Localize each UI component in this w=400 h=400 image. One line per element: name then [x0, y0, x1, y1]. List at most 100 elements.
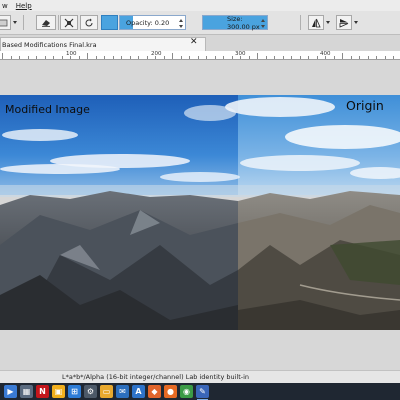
brush-preset-button[interactable]	[0, 15, 11, 30]
toolbar-separator	[23, 15, 24, 30]
mirror-vertical-icon	[339, 18, 349, 28]
ruler-tick	[342, 53, 343, 59]
document-tab[interactable]: Based Modifications Final.kra	[0, 37, 206, 51]
brush-preset-dropdown-icon[interactable]	[12, 18, 18, 27]
ruler-tick	[257, 53, 258, 59]
size-value: 300.00 px	[227, 22, 260, 31]
windows-taskbar: ▶ ▦ N ▣ ⊞ ⚙ ▭ ✉ A ◆ ● ◉ ✎	[0, 383, 400, 400]
ruler-tick	[61, 56, 63, 59]
size-label: Size:	[227, 14, 243, 23]
ruler-tick	[87, 53, 88, 59]
toolbar-separator	[58, 15, 59, 30]
brave-icon[interactable]: ◆	[148, 385, 161, 398]
ruler-tick	[104, 56, 105, 59]
reload-icon	[85, 18, 93, 26]
mirror-horizontal-button[interactable]	[308, 15, 324, 30]
document-tab-strip: Based Modifications Final.kra ✕	[0, 35, 400, 51]
mirror-vertical-button[interactable]	[336, 15, 352, 30]
opacity-spin-arrows-icon[interactable]	[178, 16, 184, 31]
tool-options-bar: Opacity: 0.20 Size: 300.00 px	[0, 11, 400, 35]
menu-item-help[interactable]: Help	[16, 2, 32, 10]
ruler-tick	[231, 56, 233, 59]
ruler-label: 200	[151, 51, 162, 57]
ruler-tick	[359, 56, 360, 59]
brush-preset-icon	[0, 19, 7, 26]
alpha-checker-icon	[64, 18, 74, 27]
ruler-label: 100	[66, 51, 77, 57]
ruler-tick	[206, 56, 207, 59]
ruler-tick	[70, 56, 71, 59]
canvas-image[interactable]: Modified Image Origin	[0, 95, 400, 330]
explorer-icon[interactable]: ▭	[100, 385, 113, 398]
toolbar-separator	[300, 15, 301, 30]
ruler-tick	[163, 56, 165, 59]
ruler-tick	[248, 56, 250, 59]
opacity-value: 0.20	[154, 18, 170, 27]
ruler-tick	[10, 56, 12, 59]
opacity-slider[interactable]: Opacity: 0.20	[119, 15, 186, 30]
ruler-tick	[240, 56, 241, 59]
ruler-tick	[384, 56, 386, 59]
ruler-tick	[36, 56, 37, 59]
menu-item-window[interactable]: w	[2, 2, 8, 10]
ruler-tick	[299, 56, 301, 59]
blending-mode-button[interactable]	[101, 15, 118, 30]
horizontal-ruler[interactable]: 100 200 300 400	[0, 51, 400, 60]
blending-mode-swatch	[104, 18, 115, 27]
ruler-tick	[325, 56, 326, 59]
store-icon[interactable]: ▣	[52, 385, 65, 398]
reload-preset-button[interactable]	[80, 15, 98, 30]
affinity-icon[interactable]: A	[132, 385, 145, 398]
ruler-tick	[291, 56, 292, 59]
ruler-tick	[274, 56, 275, 59]
original-image-label: Origin	[346, 98, 384, 113]
krita-icon[interactable]: ✎	[196, 385, 209, 400]
ruler-tick	[112, 56, 114, 59]
mail-icon[interactable]: ✉	[116, 385, 129, 398]
ruler-tick	[308, 56, 309, 59]
ruler-tick	[282, 56, 284, 59]
settings-icon[interactable]: ⚙	[84, 385, 97, 398]
ruler-tick	[367, 56, 369, 59]
netflix-icon[interactable]: N	[36, 385, 49, 398]
ruler-tick	[189, 56, 190, 59]
ruler-tick	[197, 56, 199, 59]
media-player-icon[interactable]: ▶	[4, 385, 17, 398]
ruler-tick	[129, 56, 131, 59]
ruler-tick	[27, 56, 29, 59]
apps-icon[interactable]: ▦	[20, 385, 33, 398]
ruler-tick	[393, 56, 394, 59]
size-slider[interactable]: Size: 300.00 px	[202, 14, 268, 31]
size-spin-arrows-icon[interactable]	[260, 16, 266, 31]
windows-store-icon[interactable]: ⊞	[68, 385, 81, 398]
ruler-tick	[265, 56, 267, 59]
color-space-status[interactable]: L*a*b*/Alpha (16-bit integer/channel) La…	[62, 373, 249, 381]
ruler-tick	[44, 56, 46, 59]
ruler-tick	[180, 56, 182, 59]
mirror-horizontal-dropdown-icon[interactable]	[325, 18, 331, 27]
ruler-tick	[316, 56, 318, 59]
ruler-tick	[78, 56, 80, 59]
ruler-tick	[214, 56, 216, 59]
ruler-tick	[376, 56, 377, 59]
canvas-area[interactable]: Modified Image Origin	[0, 60, 400, 370]
ruler-tick	[19, 56, 20, 59]
firefox-icon[interactable]: ●	[164, 385, 177, 398]
ruler-tick	[155, 56, 156, 59]
eraser-mode-button[interactable]	[36, 15, 56, 30]
document-tab-title: Based Modifications Final.kra	[2, 40, 97, 49]
chrome-icon[interactable]: ◉	[180, 385, 193, 398]
preserve-alpha-button[interactable]	[60, 15, 78, 30]
ruler-tick	[333, 56, 335, 59]
ruler-tick	[146, 56, 148, 59]
close-icon[interactable]: ✕	[190, 38, 198, 47]
ruler-tick	[172, 53, 173, 59]
mirror-vertical-dropdown-icon[interactable]	[353, 18, 359, 27]
modified-image-label: Modified Image	[5, 103, 90, 116]
ruler-tick	[53, 56, 54, 59]
ruler-tick	[95, 56, 97, 59]
ruler-tick	[223, 56, 224, 59]
ruler-tick	[350, 56, 352, 59]
menu-bar: w Help	[0, 0, 400, 11]
landscape-image	[0, 95, 400, 330]
